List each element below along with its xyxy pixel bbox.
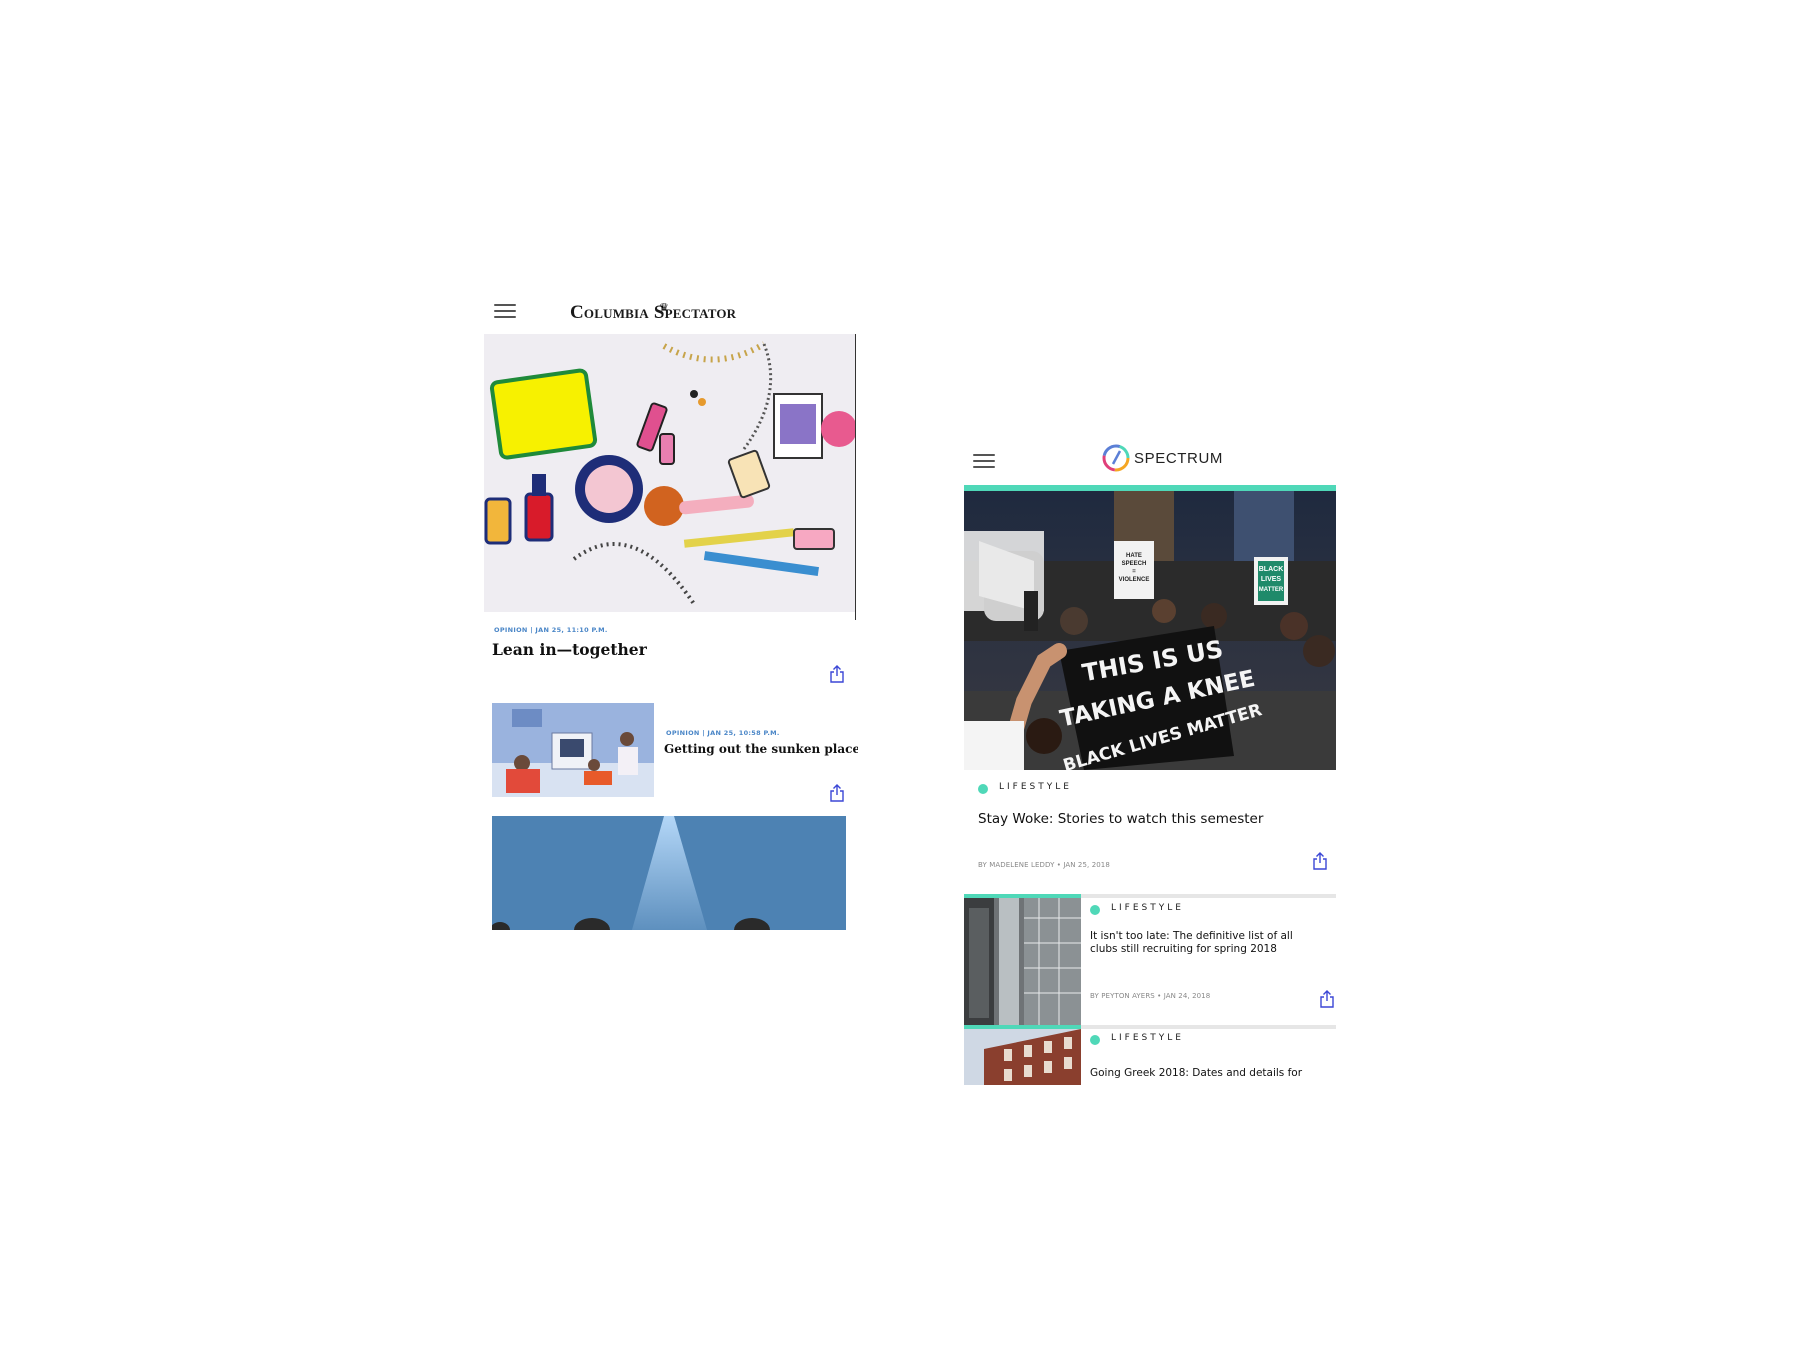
- spectrum-logo-icon: [1102, 444, 1130, 472]
- lead-article-image[interactable]: [484, 334, 856, 612]
- second-article-meta[interactable]: OPINION | JAN 25, 10:58 P.M.: [666, 729, 780, 737]
- crown-icon: ♛: [659, 302, 669, 314]
- spectrum-logo-text: SPECTRUM: [1134, 449, 1223, 467]
- lead-article-meta[interactable]: OPINION | JAN 25, 11:10 P.M.: [494, 626, 608, 634]
- share-icon[interactable]: [1318, 989, 1336, 1009]
- share-icon[interactable]: [1311, 851, 1329, 871]
- protest-sign-hate-speech-line-1: HATE: [1126, 553, 1142, 559]
- brownstone-street-photo: [964, 1029, 1081, 1085]
- article-category[interactable]: LIFESTYLE: [1111, 1033, 1184, 1043]
- protest-sign-blm-line-1: BLACK: [1259, 566, 1284, 573]
- article-thumbnail[interactable]: [964, 898, 1081, 1025]
- article-thumbnail[interactable]: [964, 1029, 1081, 1085]
- lead-article-headline[interactable]: Lean in—together: [492, 640, 647, 659]
- lead-article-headline[interactable]: Stay Woke: Stories to watch this semeste…: [978, 811, 1263, 827]
- category-dot: [1090, 905, 1100, 915]
- makeup-illustration: [484, 334, 856, 612]
- spotlight-illustration: [492, 816, 846, 930]
- protest-photo: HATE SPEECH = VIOLENCE BLACK LIVES MATTE…: [964, 491, 1336, 770]
- protest-sign-hate-speech-line-2: SPEECH: [1122, 561, 1147, 567]
- hamburger-menu-icon[interactable]: [973, 454, 995, 470]
- category-dot: [1090, 1035, 1100, 1045]
- spectrum-app: SPECTRUM HATE SPEECH = VIOLENCE BLACK LI…: [964, 440, 1338, 1085]
- article-headline-line-1[interactable]: It isn't too late: The definitive list o…: [1090, 930, 1293, 942]
- protest-sign-hate-speech-line-4: VIOLENCE: [1119, 577, 1150, 583]
- logo-text: Columbia Spectator: [570, 302, 737, 323]
- article-headline-line-1[interactable]: Going Greek 2018: Dates and details for: [1090, 1067, 1302, 1079]
- protest-sign-blm-line-2: LIVES: [1261, 576, 1282, 583]
- library-interior-photo: [964, 898, 1081, 1025]
- article-category[interactable]: LIFESTYLE: [1111, 903, 1184, 913]
- spectator-app: Columbia Spectator ♛ OPINION | JAN 25, 1…: [484, 292, 858, 934]
- protest-sign-hate-speech-line-3: =: [1132, 569, 1136, 575]
- second-article-image[interactable]: [492, 703, 654, 797]
- lead-article-image[interactable]: HATE SPEECH = VIOLENCE BLACK LIVES MATTE…: [964, 491, 1336, 770]
- spectrum-logo[interactable]: SPECTRUM: [1102, 444, 1223, 472]
- share-icon[interactable]: [828, 664, 846, 684]
- lead-article-category[interactable]: LIFESTYLE: [999, 782, 1072, 792]
- third-article-image[interactable]: [492, 816, 846, 930]
- article-byline: BY PEYTON AYERS • JAN 24, 2018: [1090, 992, 1211, 1000]
- article-headline-line-2[interactable]: clubs still recruiting for spring 2018: [1090, 943, 1277, 955]
- sunken-place-illustration: [492, 703, 654, 797]
- hamburger-menu-icon[interactable]: [494, 304, 516, 320]
- image-edge-line: [855, 334, 856, 620]
- protest-sign-blm-line-3: MATTER: [1259, 587, 1284, 593]
- share-icon[interactable]: [828, 783, 846, 803]
- spectator-logo[interactable]: Columbia Spectator: [570, 302, 736, 324]
- second-article-headline[interactable]: Getting out the sunken place: [664, 742, 858, 756]
- lead-article-byline: BY MADELENE LEDDY • JAN 25, 2018: [978, 861, 1110, 869]
- category-dot: [978, 784, 988, 794]
